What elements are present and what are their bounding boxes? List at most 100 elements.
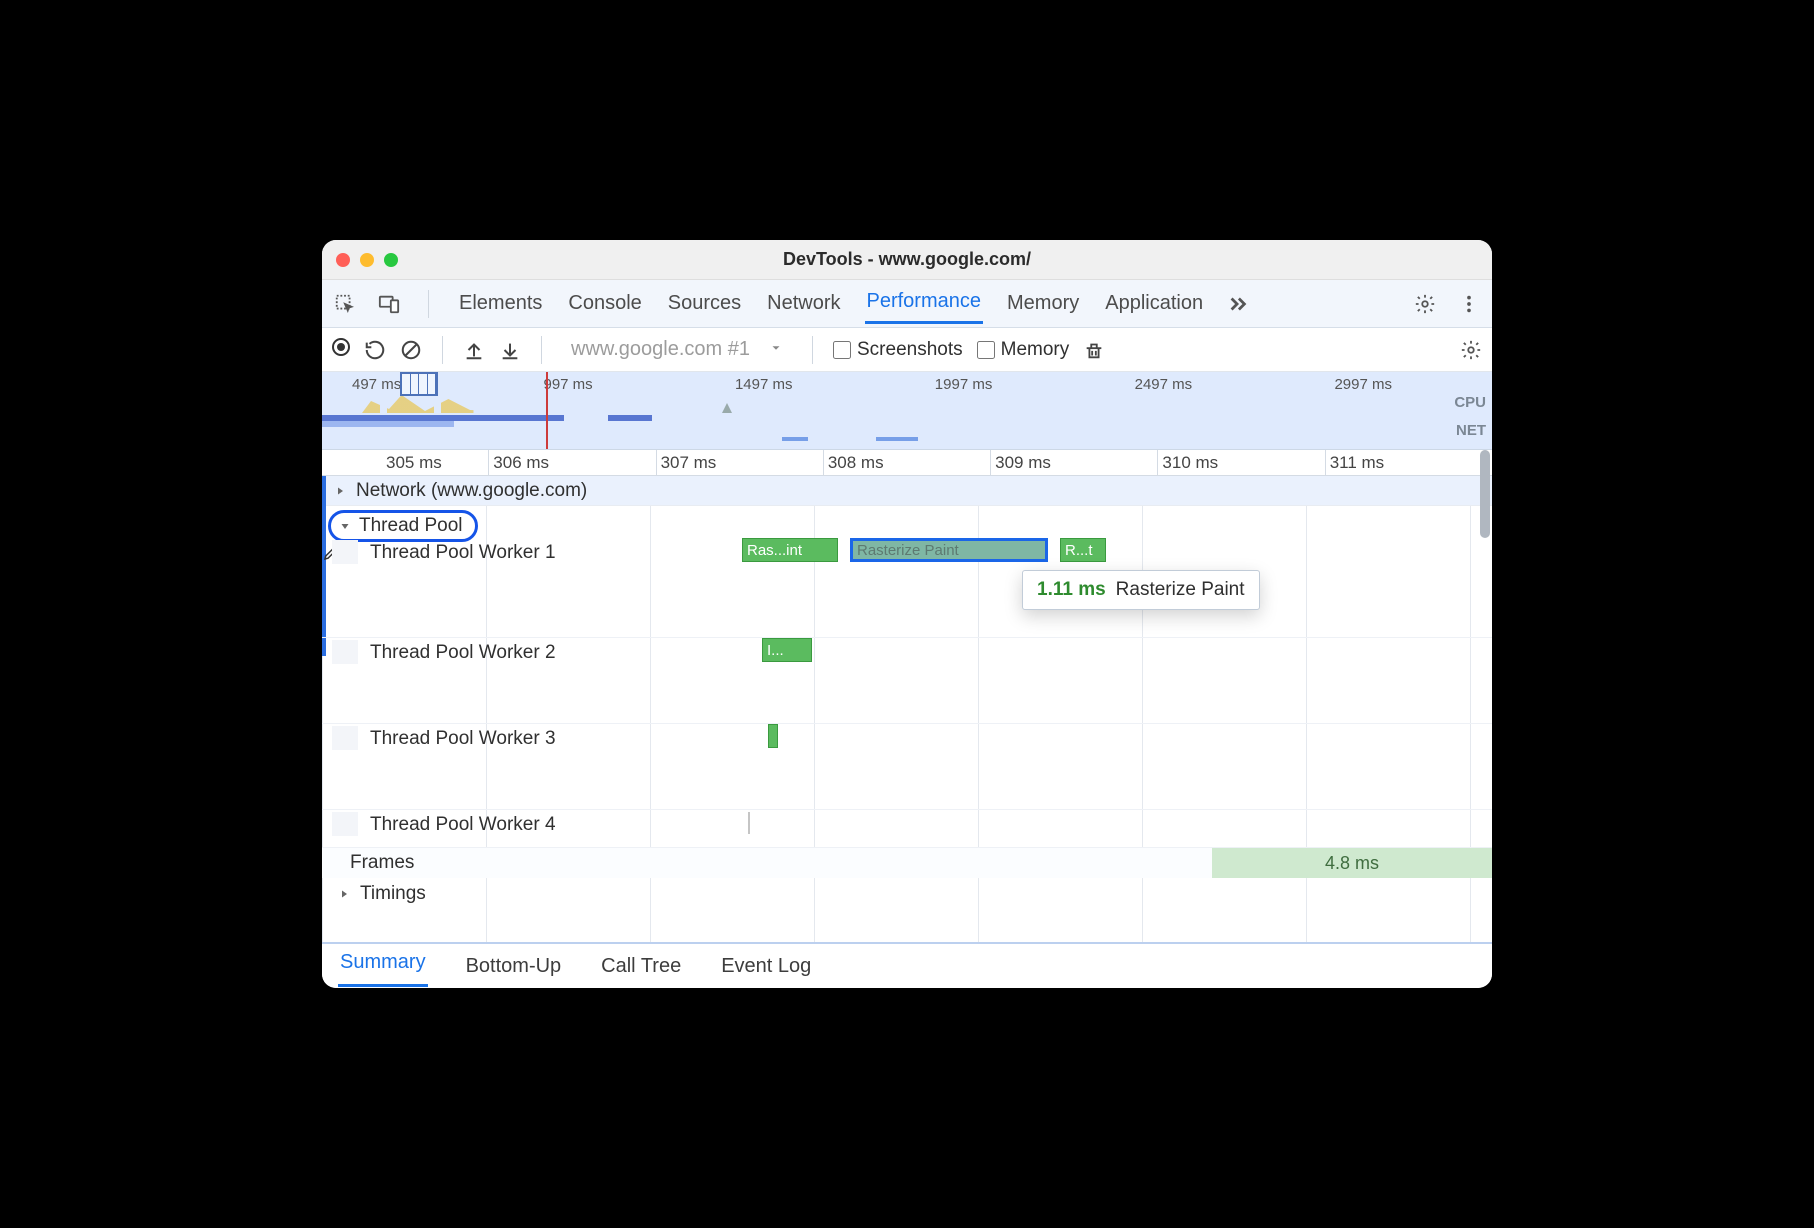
overview-tick: 2497 ms [1135,376,1193,393]
divider [428,290,429,318]
worker-label: Thread Pool Worker 4 [370,814,556,836]
divider [812,336,813,364]
performance-toolbar: www.google.com #1 Screenshots Memory [322,328,1492,372]
profile-selector[interactable]: www.google.com #1 [562,335,792,364]
chevron-right-icon [332,483,348,499]
flame-event[interactable]: R...t [1060,538,1106,562]
overview-net-bar [322,421,1422,427]
worker-label: Thread Pool Worker 3 [370,728,556,750]
tab-application[interactable]: Application [1103,286,1205,321]
chevron-down-icon [337,518,353,534]
timings-label: Timings [360,883,426,905]
upload-profile-icon[interactable] [463,339,485,361]
flame-chart[interactable]: Network (www.google.com) Thread Pool Thr… [322,476,1492,942]
device-toggle-icon[interactable] [378,293,400,315]
ruler-tick: 310 ms [1162,453,1218,473]
flame-event[interactable] [748,812,750,834]
screenshots-checkbox[interactable] [833,341,851,359]
memory-toggle[interactable]: Memory [977,339,1070,361]
clear-icon[interactable] [400,339,422,361]
garbage-collect-icon[interactable] [1083,339,1105,361]
event-tooltip: 1.11 ms Rasterize Paint [1022,570,1260,610]
tooltip-name: Rasterize Paint [1116,579,1245,601]
memory-label: Memory [1001,339,1070,361]
flame-event[interactable] [768,724,778,748]
overview-selection-window[interactable] [400,372,438,396]
worker-label: Thread Pool Worker 1 [370,542,556,564]
minimize-window-button[interactable] [360,253,374,267]
worker-label: Thread Pool Worker 2 [370,642,556,664]
close-window-button[interactable] [336,253,350,267]
frames-label: Frames [322,852,414,874]
overview-net-req [782,437,808,441]
overview-tick: 2997 ms [1334,376,1392,393]
maximize-window-button[interactable] [384,253,398,267]
overview-tick: 497 ms [352,376,401,393]
tooltip-duration: 1.11 ms [1037,579,1106,601]
section-thread-pool: Thread Pool Thread Pool Worker 1 Ras...i… [322,506,1492,848]
ruler-tick: 308 ms [828,453,884,473]
ruler-tick: 311 ms [1330,453,1385,473]
timeline-overview[interactable]: 497 ms 997 ms 1497 ms 1997 ms 2497 ms 29… [322,372,1492,450]
tab-performance[interactable]: Performance [865,284,984,324]
tab-memory[interactable]: Memory [1005,286,1081,321]
window-title: DevTools - www.google.com/ [322,249,1492,270]
vertical-scrollbar[interactable] [1480,450,1490,538]
flame-event[interactable]: I... [762,638,812,662]
divider [442,336,443,364]
devtools-window: DevTools - www.google.com/ Elements Cons… [322,240,1492,988]
chevron-down-icon [769,338,783,361]
detail-tab-bottom-up[interactable]: Bottom-Up [464,949,564,984]
profile-selector-value: www.google.com #1 [571,338,750,361]
worker-gutter [332,640,358,664]
flame-event-selected[interactable]: Rasterize Paint [850,538,1048,562]
cpu-lane-label: CPU [1454,394,1486,411]
overview-tick: 1497 ms [735,376,793,393]
tab-console[interactable]: Console [566,286,643,321]
worker-gutter [332,726,358,750]
net-lane-label: NET [1456,422,1486,439]
detail-tabstrip: Summary Bottom-Up Call Tree Event Log [322,942,1492,988]
detail-tab-event-log[interactable]: Event Log [719,949,813,984]
download-profile-icon[interactable] [499,339,521,361]
overview-ticks: 497 ms 997 ms 1497 ms 1997 ms 2497 ms 29… [322,376,1422,393]
overview-cpu-spike [662,403,862,413]
ruler-tick: 305 ms [386,453,442,473]
memory-checkbox[interactable] [977,341,995,359]
titlebar: DevTools - www.google.com/ [322,240,1492,280]
reload-record-icon[interactable] [364,339,386,361]
overview-net-req [876,437,918,441]
worker-row-3: Thread Pool Worker 3 [322,724,1492,810]
overview-cpu-flame [362,393,542,413]
chevron-right-icon [336,886,352,902]
section-frames[interactable]: Frames 4.8 ms [322,848,1492,878]
section-timings-header[interactable]: Timings [322,878,1492,910]
ruler-tick: 307 ms [661,453,717,473]
section-thread-pool-label: Thread Pool [359,515,463,537]
detail-tab-summary[interactable]: Summary [338,945,428,987]
worker-row-2: Thread Pool Worker 2 I... [322,638,1492,724]
settings-gear-icon[interactable] [1414,293,1436,315]
kebab-menu-icon[interactable] [1458,293,1480,315]
overview-tick: 997 ms [543,376,592,393]
panel-tabstrip: Elements Console Sources Network Perform… [322,280,1492,328]
worker-gutter [332,540,358,564]
detail-tab-call-tree[interactable]: Call Tree [599,949,683,984]
tab-network[interactable]: Network [765,286,842,321]
frame-block[interactable]: 4.8 ms [1212,848,1492,878]
section-network-header[interactable]: Network (www.google.com) [322,476,1492,506]
overview-tick: 1997 ms [935,376,993,393]
tab-elements[interactable]: Elements [457,286,544,321]
worker-gutter [332,812,358,836]
screenshots-toggle[interactable]: Screenshots [833,339,963,361]
tab-sources[interactable]: Sources [666,286,743,321]
record-button[interactable] [332,338,350,362]
more-tabs-icon[interactable] [1227,293,1249,315]
section-network-label: Network (www.google.com) [356,480,587,502]
screenshots-label: Screenshots [857,339,963,361]
frame-duration: 4.8 ms [1325,853,1379,874]
capture-settings-gear-icon[interactable] [1460,339,1482,361]
flame-event[interactable]: Ras...int [742,538,838,562]
inspect-icon[interactable] [334,293,356,315]
flame-ruler[interactable]: 305 ms 306 ms 307 ms 308 ms 309 ms 310 m… [322,450,1492,476]
